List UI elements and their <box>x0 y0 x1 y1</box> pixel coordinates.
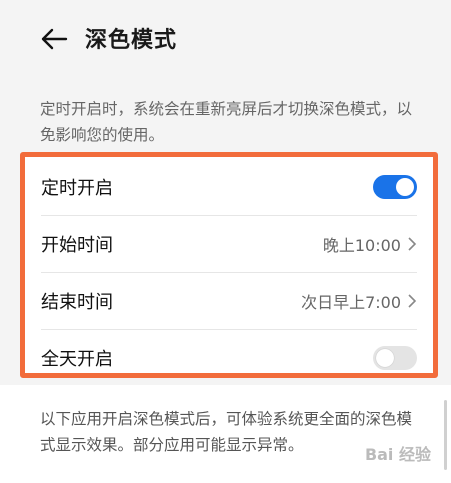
scheduled-toggle[interactable] <box>373 175 417 199</box>
chevron-right-icon <box>408 237 417 251</box>
page-title: 深色模式 <box>85 28 178 53</box>
row-scheduled-on[interactable]: 定时开启 <box>41 159 417 215</box>
scrollbar[interactable] <box>444 400 447 470</box>
apps-description: 以下应用开启深色模式后，可体验系统更全面的深色模式显示效果。部分应用可能显示异常… <box>40 410 413 454</box>
watermark: Bai 经验 <box>364 445 431 464</box>
row-label: 全天开启 <box>41 349 113 370</box>
app-header: 深色模式 <box>0 0 451 80</box>
row-end-time[interactable]: 结束时间 次日早上7:00 <box>41 273 417 329</box>
toggle-knob <box>396 178 414 196</box>
chevron-right-icon <box>408 294 417 308</box>
row-all-day[interactable]: 全天开启 <box>41 330 417 386</box>
schedule-settings-card: 定时开启 开始时间 晚上10:00 结束时间 次日早上7:00 全天开启 <box>20 152 438 378</box>
row-label: 定时开启 <box>41 178 113 199</box>
end-time-value: 次日早上7:00 <box>301 293 401 312</box>
start-time-value: 晚上10:00 <box>322 236 401 255</box>
toggle-knob <box>376 349 394 367</box>
row-label: 结束时间 <box>41 292 113 313</box>
row-label: 开始时间 <box>41 235 113 256</box>
row-start-time[interactable]: 开始时间 晚上10:00 <box>41 216 417 272</box>
arrow-left-icon[interactable] <box>40 27 68 51</box>
schedule-description: 定时开启时，系统会在重新亮屏后才切换深色模式，以免影响您的使用。 <box>40 100 413 144</box>
all-day-toggle[interactable] <box>373 346 417 370</box>
